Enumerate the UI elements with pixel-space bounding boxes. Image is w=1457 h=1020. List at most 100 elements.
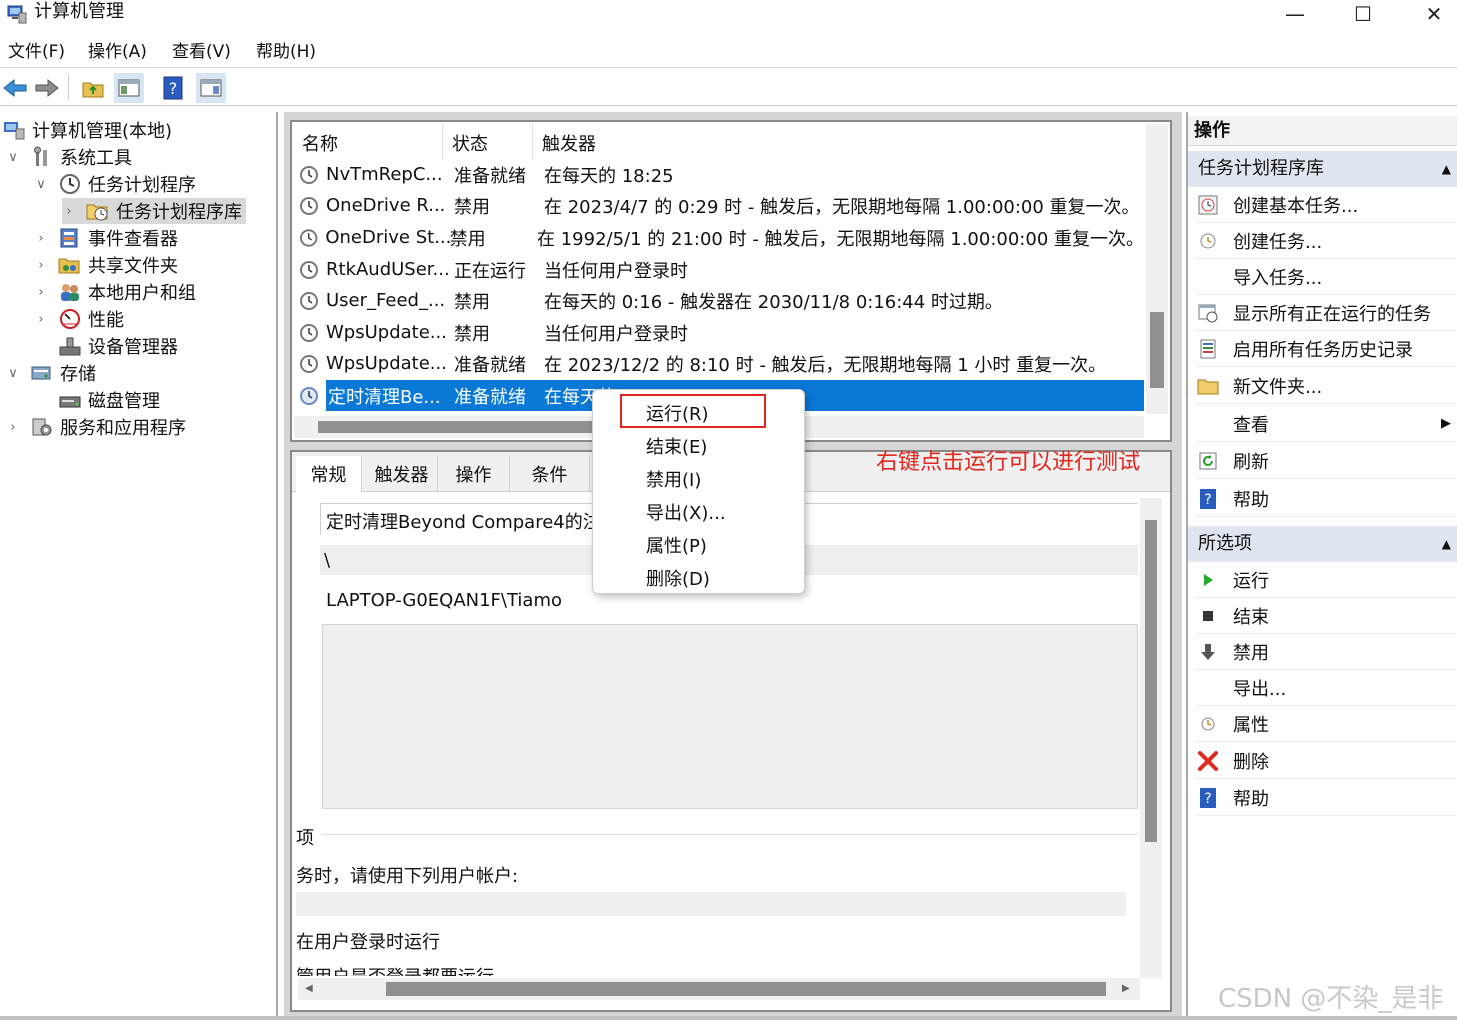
help-icon[interactable]: ?: [158, 73, 188, 103]
storage-icon: [31, 366, 51, 380]
chevron-down-icon[interactable]: ∨: [6, 150, 20, 165]
menu-action[interactable]: 操作(A): [88, 41, 147, 63]
menu-file[interactable]: 文件(F): [8, 41, 65, 63]
run-whether-logged-on-option[interactable]: 管用户是否登录都要运行: [296, 962, 1126, 976]
action-export[interactable]: 导出...: [1196, 670, 1457, 706]
forward-arrow-icon[interactable]: [32, 73, 62, 103]
minimize-button[interactable]: —: [1261, 0, 1329, 28]
task-name: WpsUpdate...: [326, 353, 447, 374]
action-create-basic-task[interactable]: 创建基本任务...: [1196, 187, 1457, 223]
description-textarea[interactable]: [322, 624, 1138, 809]
action-show-running-tasks[interactable]: 显示所有正在运行的任务: [1196, 295, 1457, 331]
tree-item-system-tools[interactable]: ∨ 系统工具: [6, 144, 132, 170]
maximize-button[interactable]: ☐: [1329, 0, 1397, 28]
table-row[interactable]: OneDrive St... 禁用 在 1992/5/1 的 21:00 时 -…: [298, 222, 1144, 253]
chevron-down-icon[interactable]: ∨: [34, 177, 48, 192]
collapse-triangle-icon[interactable]: ▲: [1442, 151, 1451, 187]
tree-item-performance[interactable]: › 性能: [34, 306, 124, 332]
table-row[interactable]: WpsUpdate... 禁用 当任何用户登录时: [298, 317, 1144, 348]
table-row[interactable]: NvTmRepC... 准备就绪 在每天的 18:25: [298, 159, 1144, 190]
help-icon: ?: [1196, 787, 1220, 809]
action-help[interactable]: ? 帮助: [1196, 481, 1457, 517]
action-disable[interactable]: 禁用: [1196, 634, 1457, 670]
action-delete[interactable]: 删除: [1196, 743, 1457, 779]
action-help-selected[interactable]: ? 帮助: [1196, 780, 1457, 816]
task-status: 禁用: [454, 196, 490, 218]
section-header-selected-item[interactable]: 所选项 ▲: [1188, 526, 1457, 562]
tree-item-local-users-groups[interactable]: › 本地用户和组: [34, 279, 196, 305]
tree-item-disk-management[interactable]: 磁盘管理: [58, 387, 160, 413]
table-row[interactable]: WpsUpdate... 准备就绪 在 2023/12/2 的 8:10 时 -…: [298, 348, 1144, 379]
tree-item-label: 性能: [88, 310, 124, 331]
scrollbar-thumb[interactable]: [318, 421, 598, 433]
task-trigger: 在每天的 0:16 - 触发器在 2030/11/8 0:16:44 时过期。: [544, 291, 1003, 313]
context-menu-disable[interactable]: 禁用(I): [646, 466, 701, 492]
table-row[interactable]: OneDrive R... 禁用 在 2023/4/7 的 0:29 时 - 触…: [298, 190, 1144, 221]
tab-triggers[interactable]: 触发器: [366, 456, 438, 492]
back-arrow-icon[interactable]: [0, 73, 30, 103]
context-menu-properties[interactable]: 属性(P): [646, 532, 707, 558]
menu-help[interactable]: 帮助(H): [256, 41, 316, 63]
tab-actions[interactable]: 操作: [438, 456, 510, 492]
task-trigger: 当任何用户登录时: [544, 260, 688, 282]
chevron-down-icon[interactable]: ∨: [6, 366, 20, 381]
scroll-left-arrow-icon[interactable]: ◀: [305, 983, 313, 994]
task-status: 准备就绪: [454, 386, 526, 408]
close-button[interactable]: ✕: [1400, 0, 1457, 28]
table-row[interactable]: User_Feed_... 禁用 在每天的 0:16 - 触发器在 2030/1…: [298, 285, 1144, 316]
tree-item-storage[interactable]: ∨ 存储: [6, 360, 96, 386]
column-header-name[interactable]: 名称: [302, 130, 338, 156]
column-divider[interactable]: [442, 124, 443, 160]
chevron-right-icon[interactable]: ›: [62, 204, 76, 219]
action-run[interactable]: 运行: [1196, 562, 1457, 598]
context-menu-delete[interactable]: 删除(D): [646, 565, 710, 591]
tab-conditions[interactable]: 条件: [510, 456, 590, 492]
scrollbar-thumb[interactable]: [386, 982, 1106, 996]
table-row[interactable]: RtkAudUSer... 正在运行 当任何用户登录时: [298, 254, 1144, 285]
task-list-header: [294, 124, 1144, 160]
action-enable-history[interactable]: 启用所有任务历史记录: [1196, 331, 1457, 367]
scrollbar-thumb[interactable]: [1145, 520, 1157, 842]
context-menu-export[interactable]: 导出(X)...: [646, 499, 726, 525]
tree-item-device-manager[interactable]: 设备管理器: [58, 333, 178, 359]
action-properties[interactable]: 属性: [1196, 706, 1457, 742]
section-header-library[interactable]: 任务计划程序库 ▲: [1188, 151, 1457, 187]
tree-item-event-viewer[interactable]: › 事件查看器: [34, 225, 178, 251]
column-header-trigger[interactable]: 触发器: [542, 130, 596, 156]
tree-item-label: 磁盘管理: [88, 391, 160, 412]
chevron-right-icon[interactable]: ›: [34, 258, 48, 273]
watermark: CSDN @不染_是非: [1218, 984, 1444, 1014]
tree-item-task-scheduler-library[interactable]: › 任务计划程序库: [62, 198, 246, 224]
show-hide-action-pane-icon[interactable]: [196, 73, 226, 103]
chevron-right-icon[interactable]: ›: [34, 312, 48, 327]
action-create-task[interactable]: 创建任务...: [1196, 223, 1457, 259]
tab-general[interactable]: 常规: [296, 456, 362, 492]
clock-icon: [1196, 230, 1220, 252]
chevron-right-icon[interactable]: ›: [34, 231, 48, 246]
section-title: 任务计划程序库: [1198, 158, 1324, 179]
context-menu-end[interactable]: 结束(E): [646, 433, 707, 459]
chevron-right-icon[interactable]: ›: [6, 420, 20, 435]
delete-x-icon: [1196, 750, 1220, 772]
run-when-logged-on-option[interactable]: 在用户登录时运行: [296, 928, 440, 954]
context-menu-run[interactable]: 运行(R): [646, 400, 709, 426]
tree-item-task-scheduler[interactable]: ∨ 任务计划程序: [34, 171, 196, 197]
scroll-right-arrow-icon[interactable]: ▶: [1122, 983, 1130, 994]
action-refresh[interactable]: 刷新: [1196, 443, 1457, 479]
action-new-folder[interactable]: 新文件夹...: [1196, 368, 1457, 404]
chevron-right-icon[interactable]: ›: [34, 285, 48, 300]
menu-view[interactable]: 查看(V): [172, 41, 231, 63]
action-view[interactable]: 查看 ▶: [1196, 406, 1457, 442]
action-import-task[interactable]: 导入任务...: [1196, 259, 1457, 295]
collapse-triangle-icon[interactable]: ▲: [1442, 526, 1451, 562]
up-folder-icon[interactable]: [78, 73, 108, 103]
action-end[interactable]: 结束: [1196, 598, 1457, 634]
tree-root[interactable]: 计算机管理(本地): [2, 117, 172, 143]
show-hide-tree-icon[interactable]: [114, 73, 144, 103]
tree-item-shared-folders[interactable]: › 共享文件夹: [34, 252, 178, 278]
tree-item-services-apps[interactable]: › 服务和应用程序: [6, 414, 186, 440]
column-divider[interactable]: [532, 124, 533, 160]
scrollbar-thumb[interactable]: [1150, 312, 1164, 388]
column-header-status[interactable]: 状态: [452, 130, 488, 156]
action-label: 属性: [1233, 714, 1269, 736]
